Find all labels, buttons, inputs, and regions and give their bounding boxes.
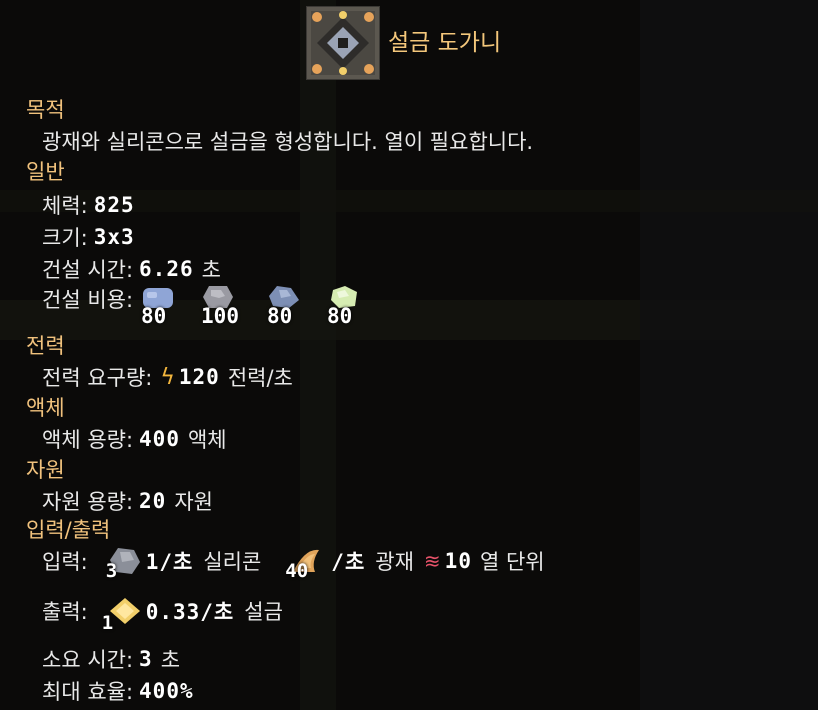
input-count: 40 (285, 560, 309, 582)
item-capacity-row: 자원 용량: 20 자원 (42, 486, 213, 516)
input-item: 3 1/초 실리콘 (106, 546, 262, 582)
build-cost-amount: 100 (201, 304, 239, 328)
section-power-title: 전력 (26, 334, 65, 358)
section-items-title: 자원 (26, 458, 65, 482)
liquid-capacity-row: 액체 용량: 400 액체 (42, 424, 227, 454)
efficiency-value: 400% (139, 679, 194, 703)
input-row: 입력: 3 1/초 실리콘 40 /초 광재 ≋ 10 열 단위 (42, 546, 545, 582)
health-row: 체력: 825 (42, 190, 135, 220)
crucible-block-icon (306, 6, 380, 80)
section-purpose-title: 목적 (26, 98, 65, 122)
section-general-title: 일반 (26, 160, 65, 184)
health-value: 825 (93, 193, 135, 217)
heat-icon: ≋ (423, 549, 441, 573)
build-cost-item: 80 (267, 284, 327, 330)
output-count: 1 (101, 612, 114, 634)
craft-time-unit: 초 (160, 648, 181, 672)
input-name: 실리콘 (203, 550, 262, 574)
build-time-value: 6.26 (139, 257, 194, 281)
input-rate: /초 (331, 550, 366, 574)
liquid-capacity-label: 액체 용량: (42, 428, 134, 452)
section-liquid-title: 액체 (26, 396, 65, 420)
build-cost-item: 100 (201, 284, 267, 330)
efficiency-row: 최대 효율: 400% (42, 676, 194, 706)
input-rate: 1/초 (145, 550, 194, 574)
item-capacity-unit: 자원 (174, 490, 213, 514)
block-name: 설금 도가니 (388, 30, 502, 56)
build-cost-row: 건설 비용: 80 100 80 80 (42, 284, 387, 330)
power-icon: ϟ (160, 364, 175, 390)
build-cost-amount: 80 (141, 304, 167, 328)
power-use-value: 120 (178, 365, 220, 389)
item-capacity-label: 자원 용량: (42, 490, 134, 514)
item-capacity-value: 20 (139, 489, 167, 513)
output-label: 출력: (42, 600, 88, 624)
craft-time-label: 소요 시간: (42, 648, 134, 672)
block-header: 설금 도가니 (306, 6, 501, 80)
section-io-title: 입력/출력 (26, 518, 111, 542)
size-row: 크기: 3x3 (42, 222, 135, 252)
build-cost-amount: 80 (327, 304, 353, 328)
build-time-row: 건설 시간: 6.26 초 (42, 254, 221, 284)
size-value: 3x3 (93, 225, 135, 249)
build-time-label: 건설 시간: (42, 258, 134, 282)
build-time-unit: 초 (201, 258, 221, 282)
build-cost-item: 80 (327, 284, 387, 330)
output-name: 설금 (244, 600, 283, 624)
health-label: 체력: (42, 194, 88, 218)
craft-time-row: 소요 시간: 3 초 (42, 644, 180, 674)
build-cost-label: 건설 비용: (42, 288, 134, 312)
power-use-row: 전력 요구량: ϟ 120 전력/초 (42, 362, 293, 392)
power-use-label: 전력 요구량: (42, 366, 153, 390)
build-cost-list: 80 100 80 80 (141, 284, 387, 330)
heat-value: 10 (444, 549, 472, 573)
heat-unit: 열 단위 (479, 550, 545, 574)
purpose-text: 광재와 실리콘으로 설금을 형성합니다. 열이 필요합니다. (42, 130, 534, 154)
liquid-capacity-unit: 액체 (187, 428, 227, 452)
input-item: 40 /초 광재 (285, 546, 414, 582)
liquid-capacity-value: 400 (139, 427, 180, 451)
block-info-panel: 설금 도가니 목적 광재와 실리콘으로 설금을 형성합니다. 열이 필요합니다.… (0, 0, 818, 710)
build-cost-item: 80 (141, 284, 201, 330)
build-cost-amount: 80 (267, 304, 293, 328)
output-item: 1 0.33/초 설금 (102, 596, 283, 634)
power-use-unit: 전력/초 (227, 366, 293, 390)
craft-time-value: 3 (139, 647, 153, 671)
input-name: 광재 (375, 550, 414, 574)
output-row: 출력: 1 0.33/초 설금 (42, 596, 289, 634)
efficiency-label: 최대 효율: (42, 680, 134, 704)
size-label: 크기: (42, 226, 88, 250)
output-rate: 0.33/초 (145, 600, 235, 624)
input-count: 3 (105, 560, 118, 582)
input-label: 입력: (42, 550, 88, 574)
